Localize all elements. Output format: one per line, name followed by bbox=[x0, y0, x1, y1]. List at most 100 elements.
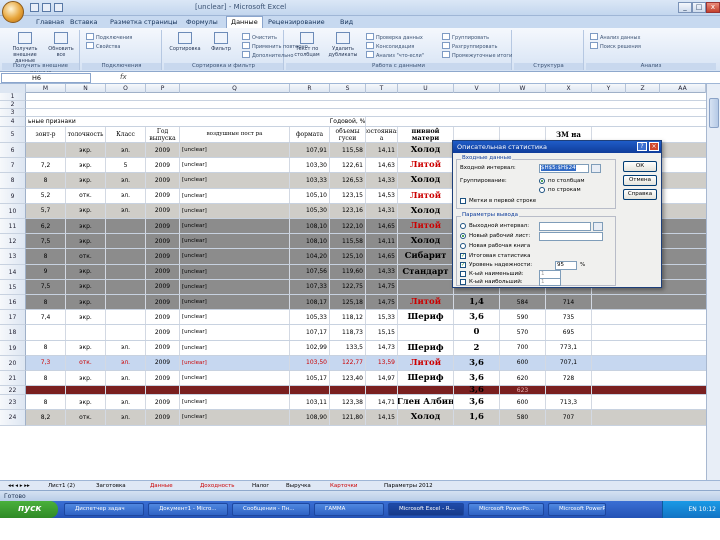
cell-q[interactable] bbox=[180, 386, 290, 395]
by-columns-radio[interactable] bbox=[539, 178, 545, 184]
cell-s[interactable]: объемы гусеи bbox=[330, 127, 366, 142]
cell-m[interactable]: 8 bbox=[26, 295, 66, 310]
cell-x[interactable]: 707 bbox=[546, 410, 592, 425]
cell-m[interactable]: 8,2 bbox=[26, 410, 66, 425]
taskbar-item[interactable]: Microsoft PowerPo... bbox=[468, 503, 544, 516]
cell-q[interactable]: [unclear] bbox=[180, 264, 290, 279]
cell-r[interactable]: 103,30 bbox=[290, 158, 330, 173]
cell-m[interactable]: 8 bbox=[26, 340, 66, 355]
cell-t[interactable]: 14,11 bbox=[366, 143, 398, 158]
cell-t[interactable]: 14,63 bbox=[366, 158, 398, 173]
row-header[interactable]: 10 bbox=[0, 203, 26, 219]
cell-x[interactable]: 735 bbox=[546, 310, 592, 325]
cell-v[interactable]: 3,6 bbox=[454, 395, 500, 410]
cell-m[interactable]: 8 bbox=[26, 249, 66, 264]
row-header[interactable]: 5 bbox=[0, 127, 26, 143]
cell-o[interactable] bbox=[106, 310, 146, 325]
cell-p[interactable]: Год выпуска bbox=[146, 127, 180, 142]
cell-q[interactable]: [unclear] bbox=[180, 295, 290, 310]
cell-s[interactable]: 125,10 bbox=[330, 249, 366, 264]
row-header[interactable]: 22 bbox=[0, 386, 26, 396]
subtotal-button[interactable]: Промежуточные итоги bbox=[442, 51, 512, 59]
cell-q[interactable]: [unclear] bbox=[180, 340, 290, 355]
taskbar-item[interactable]: ГАММА bbox=[314, 503, 384, 516]
cell-n[interactable]: экр. bbox=[66, 340, 106, 355]
cell-s[interactable]: 123,40 bbox=[330, 371, 366, 386]
cell-o[interactable] bbox=[106, 234, 146, 249]
cell-n[interactable]: экр. bbox=[66, 234, 106, 249]
cell-o[interactable] bbox=[106, 264, 146, 279]
cell-v[interactable]: 0 bbox=[454, 325, 500, 340]
row-header[interactable]: 12 bbox=[0, 234, 26, 250]
cell-r[interactable]: 108,90 bbox=[290, 410, 330, 425]
cell-s[interactable]: 123,16 bbox=[330, 203, 366, 218]
by-rows-radio[interactable] bbox=[539, 187, 545, 193]
row-header[interactable]: 8 bbox=[0, 173, 26, 189]
cell-m[interactable]: 5,7 bbox=[26, 203, 66, 218]
cell-q[interactable]: [unclear] bbox=[180, 173, 290, 188]
row-header[interactable]: 18 bbox=[0, 325, 26, 341]
cell-p[interactable]: 2009 bbox=[146, 264, 180, 279]
cell-t[interactable]: 14,31 bbox=[366, 203, 398, 218]
tab-view[interactable]: Вид bbox=[336, 17, 357, 27]
row-header[interactable]: 16 bbox=[0, 295, 26, 311]
office-button[interactable] bbox=[2, 1, 24, 23]
labels-first-row-checkbox[interactable] bbox=[460, 198, 466, 204]
cell-w[interactable]: 623 bbox=[500, 386, 546, 395]
column-header[interactable]: Z bbox=[626, 84, 660, 93]
column-header[interactable]: X bbox=[546, 84, 592, 93]
new-sheet-radio[interactable] bbox=[460, 233, 466, 239]
cell-o[interactable]: эл. bbox=[106, 173, 146, 188]
cell-u[interactable]: Литой bbox=[398, 219, 454, 234]
row-header[interactable]: 20 bbox=[0, 355, 26, 371]
properties-button[interactable]: Свойства bbox=[86, 42, 120, 50]
filter-button[interactable]: Фильтр bbox=[204, 32, 238, 62]
cell-t[interactable]: 14,33 bbox=[366, 264, 398, 279]
cell-n[interactable]: экр. bbox=[66, 173, 106, 188]
cell-n[interactable]: экр. bbox=[66, 371, 106, 386]
column-header[interactable]: U bbox=[398, 84, 454, 93]
cell-s[interactable]: 122,61 bbox=[330, 158, 366, 173]
cell-o[interactable]: эл. bbox=[106, 371, 146, 386]
cell-s[interactable]: 118,12 bbox=[330, 310, 366, 325]
cell-r[interactable]: 102,99 bbox=[290, 340, 330, 355]
cell-m[interactable]: 5,2 bbox=[26, 188, 66, 203]
cell-r[interactable]: 108,10 bbox=[290, 219, 330, 234]
cell-u[interactable]: Холод bbox=[398, 410, 454, 425]
cell-p[interactable]: 2009 bbox=[146, 395, 180, 410]
taskbar-item[interactable]: Microsoft Excel - R... bbox=[388, 503, 464, 516]
cell-t[interactable]: 14,15 bbox=[366, 410, 398, 425]
scrollbar-thumb[interactable] bbox=[709, 98, 719, 128]
cell-m[interactable] bbox=[26, 143, 66, 158]
maximize-button[interactable]: □ bbox=[692, 2, 706, 13]
cell-r[interactable]: 107,33 bbox=[290, 279, 330, 294]
row-header[interactable]: 17 bbox=[0, 310, 26, 326]
cell-o[interactable]: Класс bbox=[106, 127, 146, 142]
column-header[interactable]: N bbox=[66, 84, 106, 93]
cell-u[interactable]: Шериф bbox=[398, 340, 454, 355]
cell-u[interactable]: Холод bbox=[398, 143, 454, 158]
name-box[interactable]: H6 bbox=[1, 73, 91, 83]
cell-s[interactable] bbox=[330, 386, 366, 395]
column-header[interactable]: R bbox=[290, 84, 330, 93]
cell-u[interactable] bbox=[398, 279, 454, 294]
cell-q[interactable]: [unclear] bbox=[180, 203, 290, 218]
cell-t[interactable] bbox=[366, 386, 398, 395]
taskbar-item[interactable]: Microsoft PowerP... bbox=[548, 503, 606, 516]
cell-n[interactable]: отк. bbox=[66, 355, 106, 370]
select-all-corner[interactable] bbox=[0, 84, 26, 93]
cell-p[interactable]: 2009 bbox=[146, 310, 180, 325]
cell-o[interactable] bbox=[106, 386, 146, 395]
tab-page-layout[interactable]: Разметка страницы bbox=[106, 17, 182, 27]
cell-q[interactable]: [unclear] bbox=[180, 395, 290, 410]
kth-smallest-checkbox[interactable] bbox=[460, 271, 466, 277]
solver-button[interactable]: Поиск решения bbox=[590, 42, 641, 50]
clear-button[interactable]: Очистить bbox=[242, 33, 277, 41]
column-header[interactable]: M bbox=[26, 84, 66, 93]
cell-r[interactable]: 103,33 bbox=[290, 173, 330, 188]
cell-w[interactable]: 700 bbox=[500, 340, 546, 355]
cell-n[interactable]: экр. bbox=[66, 279, 106, 294]
cell-t[interactable]: 14,73 bbox=[366, 340, 398, 355]
cell-m[interactable]: зонт-р bbox=[26, 127, 66, 142]
cell-t[interactable]: 14,71 bbox=[366, 395, 398, 410]
